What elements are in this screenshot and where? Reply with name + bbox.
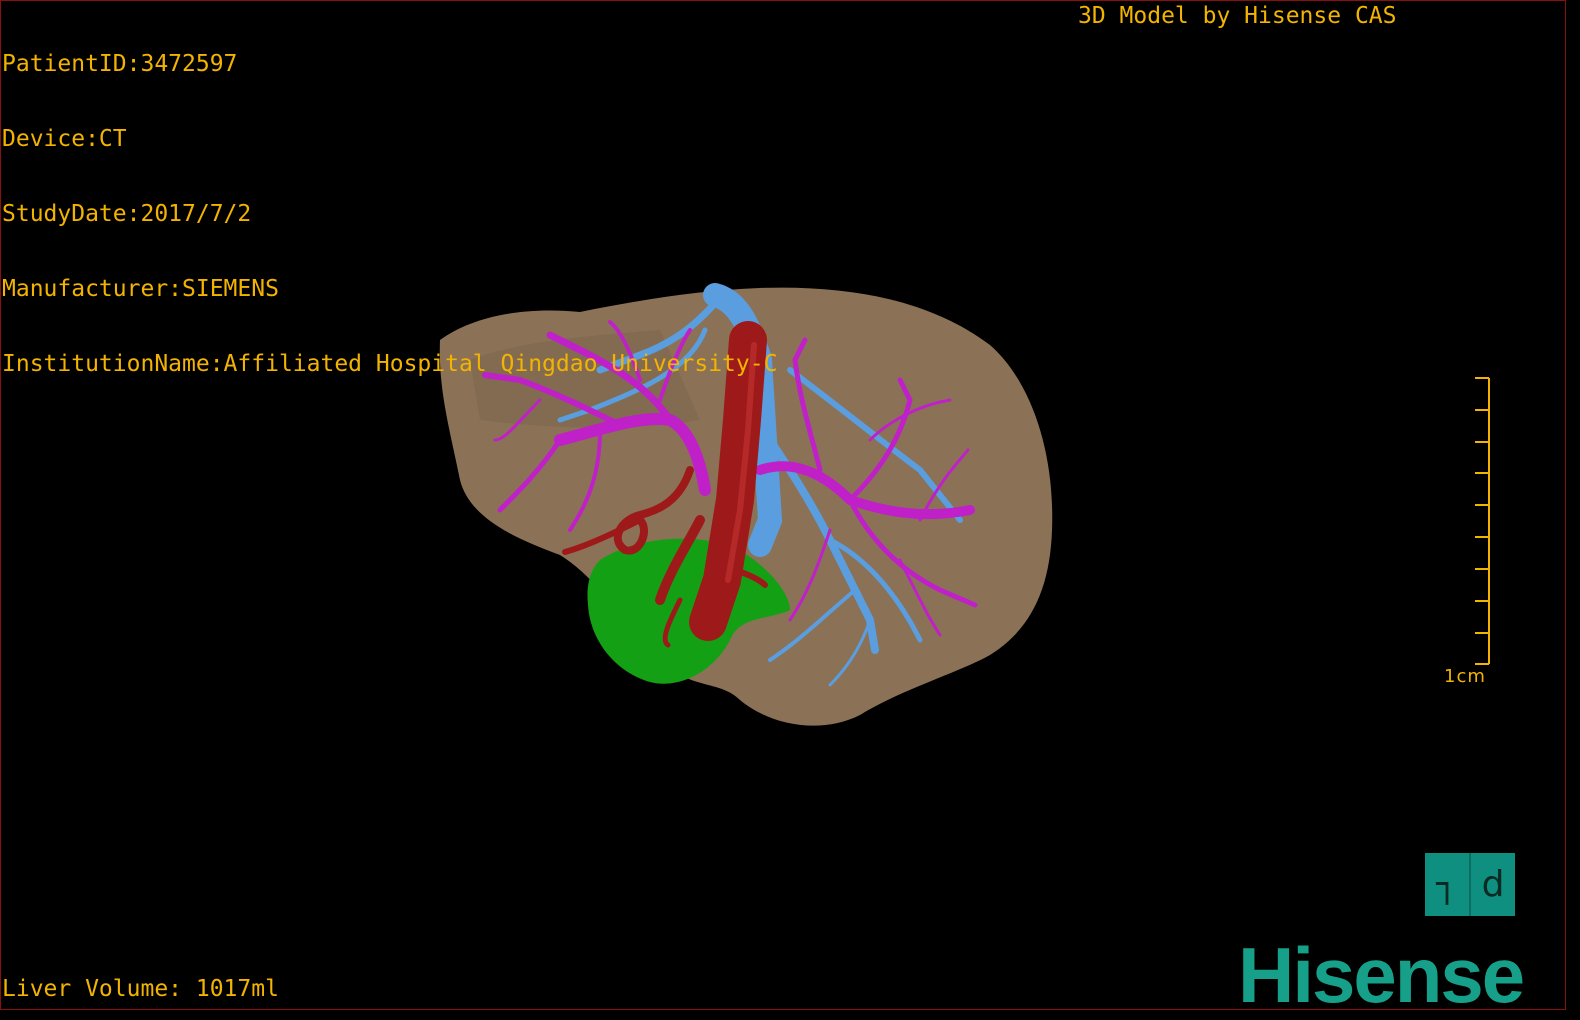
patient-id-text: PatientID:3472597	[2, 51, 238, 77]
device-text: Device:CT	[2, 126, 127, 152]
orientation-cube-icon[interactable]: ┐ d	[1425, 853, 1515, 916]
dicom-info-overlay: PatientID:3472597 Device:CT StudyDate:20…	[2, 2, 777, 402]
study-date-text: StudyDate:2017/7/2	[2, 201, 252, 227]
model-credit-text: 3D Model by Hisense CAS	[1078, 3, 1397, 29]
manufacturer-text: Manufacturer:SIEMENS	[2, 276, 279, 302]
orientation-left-label: ┐	[1436, 864, 1458, 905]
liver-volume-text: Liver Volume: 1017ml	[2, 976, 279, 1002]
institution-text: InstitutionName:Affiliated Hospital Qing…	[2, 351, 778, 377]
scale-bar	[1475, 377, 1490, 665]
orientation-right-label: d	[1481, 864, 1505, 905]
scale-bar-label: 1cm	[1444, 666, 1486, 687]
hisense-logo: Hisense	[1238, 931, 1525, 1019]
